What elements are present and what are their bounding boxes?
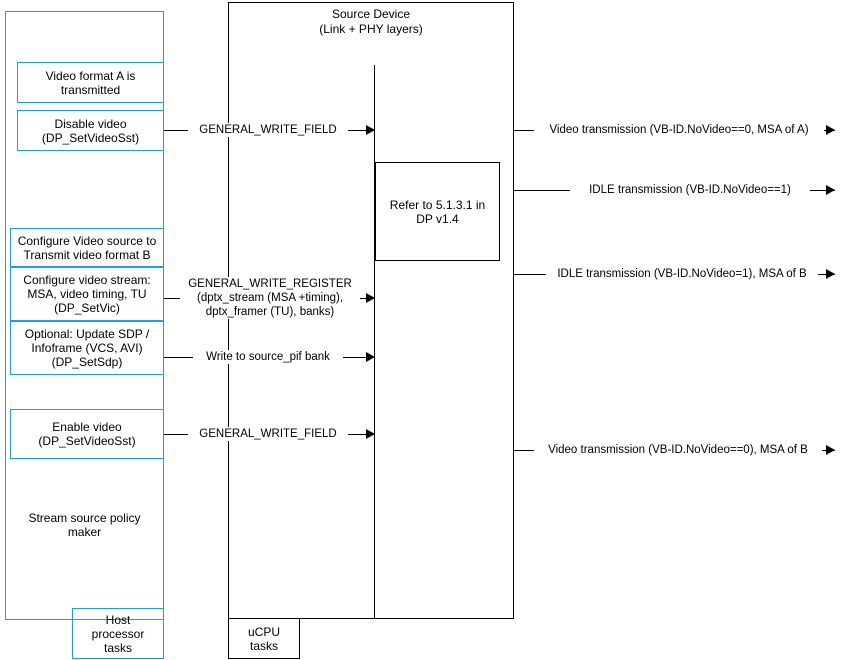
message-video-transmission-b: Video transmission (VB-ID.NoVideo==0), M… xyxy=(534,443,822,457)
message-idle-transmission-msa-b: IDLE transmission (VB-ID.NoVideo=1), MSA… xyxy=(546,267,818,281)
host-processor-tasks-label: Host processor tasks xyxy=(91,612,145,655)
host-box-disable-video-label: Disable video (DP_SetVideoSst) xyxy=(41,116,140,145)
arrowhead-idle-transmission-msa-b xyxy=(826,269,835,279)
host-box-optional-update-sdp-label: Optional: Update SDP / Infoframe (VCS, A… xyxy=(24,327,150,369)
diagram-canvas: Video format A is transmitted Disable vi… xyxy=(0,0,844,660)
source-device-title: Source Device (Link + PHY layers) xyxy=(319,7,423,36)
arrowhead-idle-transmission-1 xyxy=(826,185,835,195)
arrowhead-general-write-register xyxy=(366,293,375,303)
host-box-enable-video-label: Enable video (DP_SetVideoSst) xyxy=(38,420,136,448)
source-device-internal-lifeline xyxy=(374,65,375,619)
host-box-configure-video-stream-label: Configure video stream: MSA, video timin… xyxy=(23,273,151,315)
arrowhead-general-write-field-disable xyxy=(366,125,375,135)
message-idle-transmission-1: IDLE transmission (VB-ID.NoVideo==1) xyxy=(570,183,810,197)
message-general-write-field-disable: GENERAL_WRITE_FIELD xyxy=(188,123,348,137)
message-video-transmission-a: Video transmission (VB-ID.NoVideo==0, MS… xyxy=(534,123,824,137)
host-box-configure-video-source-label: Configure Video source to Transmit video… xyxy=(17,233,157,262)
refer-to-spec-label: Refer to 5.1.3.1 in DP v1.4 xyxy=(389,197,486,226)
arrowhead-write-to-source-pif-bank xyxy=(366,352,375,362)
arrowhead-general-write-field-enable xyxy=(366,429,375,439)
arrowhead-video-transmission-a xyxy=(826,125,835,135)
ucpu-tasks-label: uCPU tasks xyxy=(247,624,280,653)
host-box-video-format-a-label: Video format A is transmitted xyxy=(45,68,136,97)
message-general-write-field-enable: GENERAL_WRITE_FIELD xyxy=(188,427,348,441)
message-write-to-source-pif-bank: Write to source_pif bank xyxy=(193,350,343,364)
message-general-write-register: GENERAL_WRITE_REGISTER (dptx_stream (MSA… xyxy=(180,277,360,319)
host-stream-source-policy-maker-label: Stream source policy maker xyxy=(28,511,141,539)
arrowhead-video-transmission-b xyxy=(826,445,835,455)
